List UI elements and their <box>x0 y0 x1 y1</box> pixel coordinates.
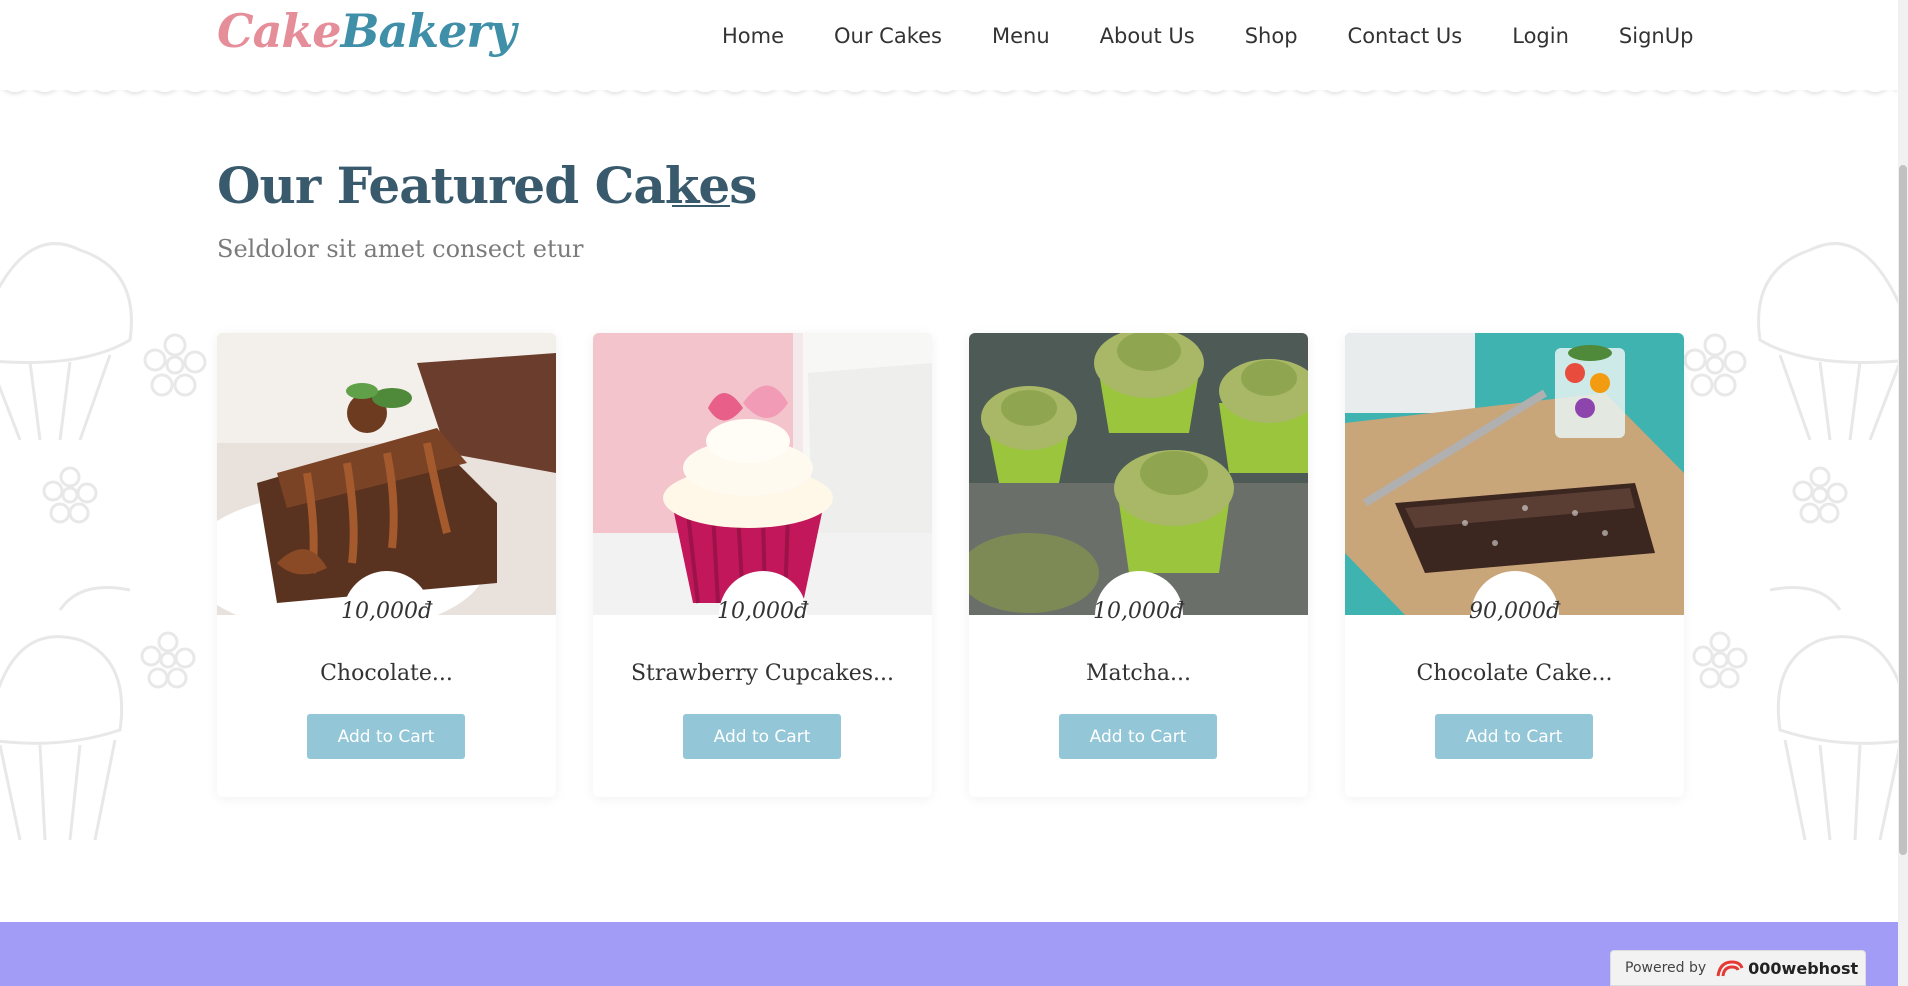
flower-doodle-icon <box>1792 466 1848 524</box>
logo-part-cake: Cake <box>217 4 342 58</box>
section-subtitle: Seldolor sit amet consect etur <box>217 235 584 263</box>
product-price: 90,000đ <box>1468 599 1561 624</box>
product-price: 10,000đ <box>1092 599 1185 624</box>
product-name[interactable]: Matcha... <box>969 661 1308 686</box>
add-to-cart-button[interactable]: Add to Cart <box>1435 714 1593 759</box>
product-price: 10,000đ <box>716 599 809 624</box>
product-name[interactable]: Chocolate Cake... <box>1345 661 1684 686</box>
cupcake-doodle-icon <box>0 586 131 841</box>
featured-cakes-list: 10,000đ Chocolate... Add to Cart 10,000đ <box>217 333 1684 797</box>
product-name[interactable]: Chocolate... <box>217 661 556 686</box>
nav-our-cakes[interactable]: Our Cakes <box>834 24 942 48</box>
nav-contact-us[interactable]: Contact Us <box>1348 24 1463 48</box>
powered-by-badge[interactable]: Powered by 000webhost <box>1610 950 1866 986</box>
strawberry-cupcake-image[interactable] <box>593 333 932 615</box>
flower-doodle-icon <box>1692 631 1748 689</box>
add-to-cart-button[interactable]: Add to Cart <box>1059 714 1217 759</box>
logo-part-bakery: Bakery <box>340 4 517 58</box>
nav-menu[interactable]: Menu <box>992 24 1050 48</box>
flower-doodle-icon <box>1683 333 1747 397</box>
cupcake-doodle-icon <box>1769 586 1898 841</box>
nav-about-us[interactable]: About Us <box>1100 24 1195 48</box>
nav-home[interactable]: Home <box>722 24 784 48</box>
cupcake-doodle-icon <box>0 242 133 440</box>
powered-by-label: Powered by <box>1625 960 1707 976</box>
title-underline <box>672 205 730 207</box>
page-scrollbar[interactable] <box>1898 0 1908 986</box>
nav-login[interactable]: Login <box>1512 24 1569 48</box>
product-card: 90,000đ Chocolate Cake... Add to Cart <box>1345 333 1684 797</box>
chocolate-cake-image[interactable] <box>1345 333 1684 615</box>
nav-signup[interactable]: SignUp <box>1619 24 1694 48</box>
add-to-cart-button[interactable]: Add to Cart <box>307 714 465 759</box>
scrollbar-thumb[interactable] <box>1899 165 1907 855</box>
flower-doodle-icon <box>143 333 207 397</box>
nav-shop[interactable]: Shop <box>1245 24 1298 48</box>
flower-doodle-icon <box>140 631 196 689</box>
cupcake-doodle-icon <box>1757 242 1900 440</box>
site-header: CakeBakery Home Our Cakes Menu About Us … <box>0 0 1898 90</box>
chocolate-slice-image[interactable] <box>217 333 556 615</box>
webhost-logo-icon <box>1716 960 1744 977</box>
matcha-cupcakes-image[interactable] <box>969 333 1308 615</box>
main-nav: Home Our Cakes Menu About Us Shop Contac… <box>722 24 1693 48</box>
webhost-brand: 000webhost <box>1748 958 1859 978</box>
product-price: 10,000đ <box>340 599 433 624</box>
product-card: 10,000đ Chocolate... Add to Cart <box>217 333 556 797</box>
product-card: 10,000đ Matcha... Add to Cart <box>969 333 1308 797</box>
add-to-cart-button[interactable]: Add to Cart <box>683 714 841 759</box>
site-logo[interactable]: CakeBakery <box>217 8 516 54</box>
product-name[interactable]: Strawberry Cupcakes... <box>593 661 932 686</box>
flower-doodle-icon <box>42 466 98 524</box>
product-card: 10,000đ Strawberry Cupcakes... Add to Ca… <box>593 333 932 797</box>
